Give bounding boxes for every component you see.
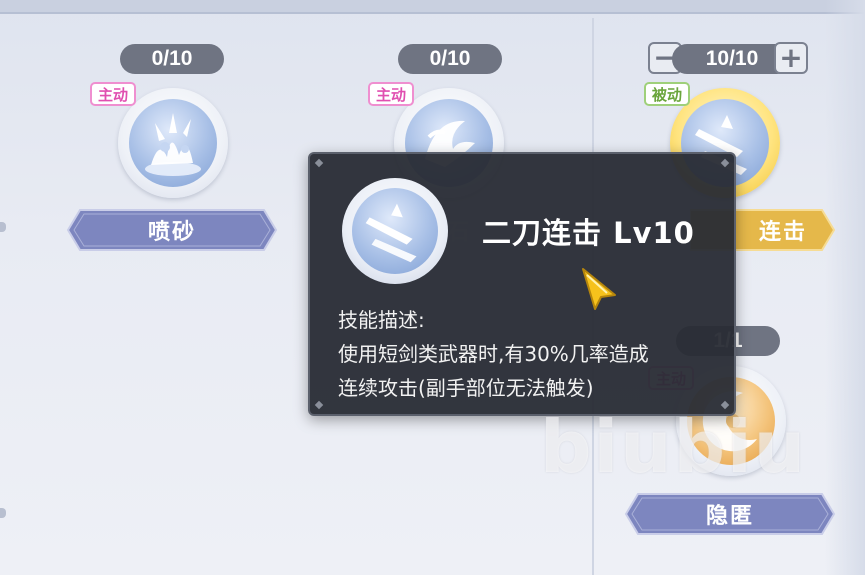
tooltip-corner-ornament [314, 400, 324, 410]
double-blade-icon [352, 188, 438, 274]
edge-marker [0, 508, 6, 518]
tooltip-description: 使用短剑类武器时,有30%几率造成 连续攻击(副手部位无法触发) [338, 342, 649, 400]
skill-name-plate[interactable]: 喷砂 [66, 208, 278, 252]
skill-name-plate[interactable]: 隐匿 [624, 492, 836, 536]
tooltip-corner-ornament [314, 158, 324, 168]
skill-tooltip: 二刀连击 Lv10 技能描述: 使用短剑类武器时,有30%几率造成 连续攻击(副… [308, 152, 736, 416]
pointer-cursor-icon [577, 265, 621, 317]
sand-spray-icon [129, 99, 217, 187]
watermark-text: biubiu [540, 405, 807, 489]
skill-name: 隐匿 [705, 504, 754, 529]
edge-marker [0, 222, 6, 232]
skill-name: 喷砂 [147, 220, 196, 245]
panel-edge [825, 0, 865, 575]
level-plus-button[interactable]: + [774, 42, 808, 74]
tooltip-title: 二刀连击 Lv10 [482, 216, 695, 250]
skill-type-tag: 主动 [368, 82, 415, 106]
skill-type-tag: 被动 [644, 82, 691, 106]
tooltip-skill-icon-frame [342, 178, 448, 284]
tooltip-desc-label: 技能描述: [338, 308, 425, 332]
panel-top-border [0, 0, 865, 14]
tooltip-corner-ornament [720, 158, 730, 168]
skill-name: 连击 [758, 220, 807, 245]
skill-level-pill: 0/10 [120, 44, 224, 74]
skill-type-tag: 主动 [90, 82, 137, 106]
skill-level-pill: 0/10 [398, 44, 502, 74]
